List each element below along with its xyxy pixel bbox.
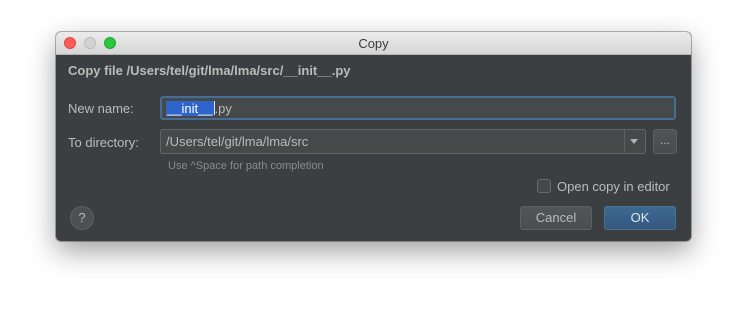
- title-bar: Copy: [56, 32, 691, 55]
- open-copy-in-editor-label[interactable]: Open copy in editor: [557, 179, 670, 194]
- window-title: Copy: [358, 36, 389, 51]
- chevron-down-icon: [630, 139, 638, 144]
- to-directory-value[interactable]: /Users/tel/git/lma/lma/src: [166, 134, 308, 149]
- unselected-text: .py: [214, 101, 232, 116]
- to-directory-label: To directory:: [68, 135, 139, 150]
- copy-dialog-window: Copy Copy file /Users/tel/git/lma/lma/sr…: [56, 32, 691, 241]
- to-directory-combobox[interactable]: /Users/tel/git/lma/lma/src: [160, 129, 646, 154]
- path-completion-hint: Use ^Space for path completion: [168, 160, 324, 172]
- help-button[interactable]: ?: [70, 206, 94, 230]
- cancel-button[interactable]: Cancel: [520, 206, 592, 230]
- dialog-header: Copy file /Users/tel/git/lma/lma/src/__i…: [68, 63, 351, 78]
- dropdown-arrow-button[interactable]: [624, 130, 645, 153]
- selected-text: __init__: [166, 101, 214, 116]
- new-name-label: New name:: [68, 101, 134, 116]
- new-name-input[interactable]: __init__ .py: [160, 96, 676, 120]
- browse-button[interactable]: ...: [653, 129, 677, 154]
- ok-button[interactable]: OK: [604, 206, 676, 230]
- question-mark-icon: ?: [78, 210, 86, 225]
- open-copy-in-editor-checkbox[interactable]: [537, 179, 551, 193]
